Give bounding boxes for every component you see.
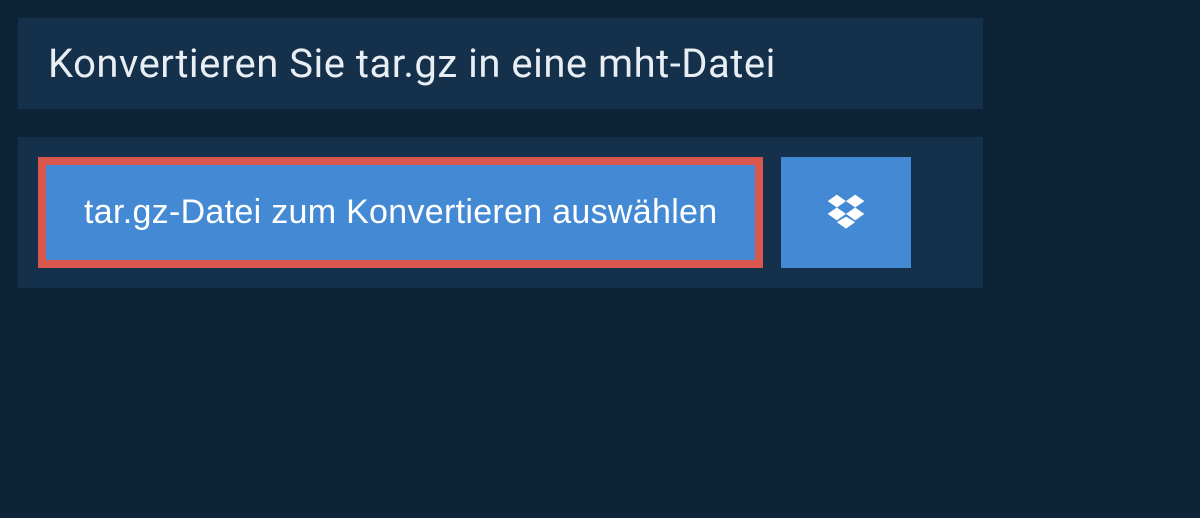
select-file-label: tar.gz-Datei zum Konvertieren auswählen [84,193,717,232]
header-bar: Konvertieren Sie tar.gz in eine mht-Date… [18,18,983,109]
dropbox-button[interactable] [781,157,911,268]
dropbox-icon [824,191,868,235]
select-file-button[interactable]: tar.gz-Datei zum Konvertieren auswählen [46,165,755,260]
select-file-highlight: tar.gz-Datei zum Konvertieren auswählen [38,157,763,268]
page-title: Konvertieren Sie tar.gz in eine mht-Date… [48,40,953,87]
upload-panel: tar.gz-Datei zum Konvertieren auswählen [18,137,983,288]
